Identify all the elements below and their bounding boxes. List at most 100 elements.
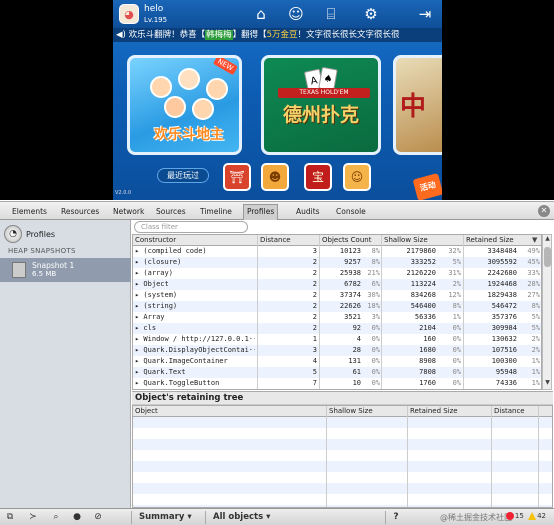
table-row[interactable]: ▸ Quark.DisplayObjectContai··· 3 28 0% 1680 0…: [133, 345, 541, 356]
col-distance[interactable]: Distance: [260, 236, 291, 244]
cell-shallow-pct: 1%: [452, 313, 461, 321]
help-icon[interactable]: ?: [390, 512, 402, 523]
console-drawer-icon[interactable]: ≻: [27, 512, 39, 523]
heap-summary-grid: Constructor Distance Objects Count Shall…: [132, 234, 542, 390]
game-topbar: ◕ helo Lv.195 ⌂ ☺ ⌸ ⚙ ⇥: [113, 0, 442, 28]
table-row[interactable]: ▸ Quark.ImageContainer 4 131 0% 8908 0% 100300…: [133, 356, 541, 367]
table-row[interactable]: ▸ (system) 2 37374 30% 834268 12% 1829438 27%: [133, 290, 541, 301]
cell-retained: 309984: [491, 324, 517, 332]
shop-icon[interactable]: ⌸: [321, 5, 341, 23]
cell-count: 22626: [339, 302, 361, 310]
tab-elements[interactable]: Elements: [9, 205, 50, 219]
record-icon[interactable]: ●: [71, 512, 83, 523]
minigame-boy-icon[interactable]: ☺: [343, 163, 371, 191]
tab-network[interactable]: Network: [110, 205, 147, 219]
profiles-header[interactable]: ◔ Profiles: [4, 224, 55, 244]
minigame-treasure-icon[interactable]: 宝: [304, 163, 332, 191]
table-row[interactable]: ▸ (closure) 2 9257 8% 333252 5% 3095592 45%: [133, 257, 541, 268]
snapshot-icon: [12, 262, 26, 278]
col-constructor[interactable]: Constructor: [135, 236, 176, 244]
view-select[interactable]: Summary ▾: [139, 511, 192, 524]
cell-name: ▸ Quark.ToggleButton: [135, 379, 220, 387]
tab-resources[interactable]: Resources: [58, 205, 102, 219]
cell-name: ▸ cls: [135, 324, 157, 332]
cell-dist: 3: [312, 346, 317, 354]
retaining-tree-title: Object's retaining tree: [132, 391, 553, 405]
cell-count: 3521: [344, 313, 361, 321]
cell-retained-pct: 27%: [527, 291, 540, 299]
col-retained-size[interactable]: Retained Size: [466, 236, 514, 244]
watermark: @稀土掘金技术社区: [440, 513, 512, 522]
table-row[interactable]: ▸ cls 2 92 0% 2104 0% 309984 5%: [133, 323, 541, 334]
minigame-slot-icon[interactable]: ⛩: [223, 163, 251, 191]
game-card-chess[interactable]: 中: [393, 55, 442, 155]
col-shallow-size[interactable]: Shallow Size: [384, 236, 428, 244]
marquee-text-1: 欢乐斗翻牌！恭喜【: [128, 30, 206, 40]
cell-retained-pct: 5%: [531, 324, 540, 332]
table-row[interactable]: ▸ Quark.Text 5 61 0% 7808 0% 95948 1%: [133, 367, 541, 378]
gear-icon[interactable]: ⚙: [361, 5, 381, 23]
retaining-tree-grid: Object Shallow Size Retained Size Distan…: [132, 405, 553, 508]
cell-dist: 2: [312, 291, 317, 299]
cell-name: ▸ Quark.ImageContainer: [135, 357, 228, 365]
col-retained-size[interactable]: Retained Size: [410, 407, 458, 415]
cell-shallow: 834268: [410, 291, 436, 299]
search-icon[interactable]: ⌕: [50, 512, 62, 523]
activity-button[interactable]: 活动: [412, 173, 442, 200]
character-face: [206, 78, 228, 100]
table-row[interactable]: ▸ Array 2 3521 3% 56336 1% 357376 5%: [133, 312, 541, 323]
heap-snapshots-heading: HEAP SNAPSHOTS: [8, 247, 76, 255]
close-icon[interactable]: ✕: [538, 205, 550, 217]
table-row[interactable]: ▸ (array) 2 25938 21% 2126220 31% 2242680 33%: [133, 268, 541, 279]
table-row[interactable]: ▸ (compiled code) 3 10123 8% 2179860 32% 33484…: [133, 246, 541, 257]
exit-icon[interactable]: ⇥: [415, 5, 435, 23]
table-row[interactable]: ▸ Window / http://127.0.0.1··· 1 4 0% 160 0% 1…: [133, 334, 541, 345]
col-shallow-size[interactable]: Shallow Size: [329, 407, 373, 415]
table-row[interactable]: ▸ Object 2 6782 6% 113224 2% 1924468 28%: [133, 279, 541, 290]
tab-console[interactable]: Console: [333, 205, 369, 219]
heap-grid-scrollbar[interactable]: ▲ ▼: [542, 234, 552, 390]
class-filter-input[interactable]: Class filter: [134, 221, 248, 233]
recent-played-button[interactable]: 最近玩过: [157, 168, 209, 183]
sort-desc-icon: ▼: [532, 236, 538, 244]
minigame-character-icon[interactable]: ☻: [261, 163, 289, 191]
cell-count: 4: [356, 335, 361, 343]
col-object[interactable]: Object: [135, 407, 158, 415]
cell-shallow: 2104: [419, 324, 436, 332]
table-row[interactable]: ▸ (string) 2 22626 18% 546400 8% 546472 8%: [133, 301, 541, 312]
cell-count-pct: 18%: [367, 302, 380, 310]
tab-audits[interactable]: Audits: [293, 205, 323, 219]
scroll-down-icon[interactable]: ▼: [543, 379, 552, 389]
cell-dist: 2: [312, 324, 317, 332]
heap-grid-rows: ▸ (compiled code) 3 10123 8% 2179860 32% 33484…: [133, 246, 541, 389]
snapshot-item[interactable]: Snapshot 1 6.5 MB: [0, 258, 131, 282]
cell-name: ▸ (closure): [135, 258, 182, 266]
object-filter-select[interactable]: All objects ▾: [213, 511, 270, 524]
friends-icon[interactable]: ☺: [286, 5, 306, 23]
game-stage[interactable]: ◕ helo Lv.195 ⌂ ☺ ⌸ ⚙ ⇥ ◀) 欢乐斗翻牌！恭喜【韩梅梅】…: [113, 0, 442, 200]
scroll-up-icon[interactable]: ▲: [543, 235, 552, 245]
clear-icon[interactable]: ⊘: [92, 512, 104, 523]
tab-timeline[interactable]: Timeline: [197, 205, 235, 219]
cell-retained: 546472: [491, 302, 517, 310]
tab-profiles[interactable]: Profiles: [243, 204, 279, 220]
marquee-player-name: 韩梅梅: [205, 30, 233, 40]
scroll-thumb[interactable]: [544, 247, 551, 267]
error-warning-counter[interactable]: 15 42: [505, 512, 546, 520]
cell-shallow: 160: [423, 335, 436, 343]
new-badge: NEW: [213, 58, 238, 75]
cell-count: 61: [352, 368, 361, 376]
game-card-doudizhu[interactable]: NEW 欢乐斗地主: [127, 55, 242, 155]
user-avatar[interactable]: ◕: [119, 4, 139, 24]
snapshot-size: 6.5 MB: [32, 270, 57, 278]
home-icon[interactable]: ⌂: [251, 5, 271, 23]
tab-sources[interactable]: Sources: [153, 205, 189, 219]
dock-icon[interactable]: ⧉: [4, 512, 16, 523]
table-row[interactable]: ▸ Quark.ToggleButton 7 10 0% 1760 0% 74336 1%: [133, 378, 541, 389]
col-objects-count[interactable]: Objects Count: [322, 236, 371, 244]
cell-retained-pct: 2%: [531, 335, 540, 343]
cell-count-pct: 0%: [371, 346, 380, 354]
col-distance[interactable]: Distance: [494, 407, 525, 415]
error-count: 15: [514, 512, 524, 520]
game-card-texas[interactable]: A ♠ TEXAS HOLD'EM 德州扑克: [261, 55, 381, 155]
